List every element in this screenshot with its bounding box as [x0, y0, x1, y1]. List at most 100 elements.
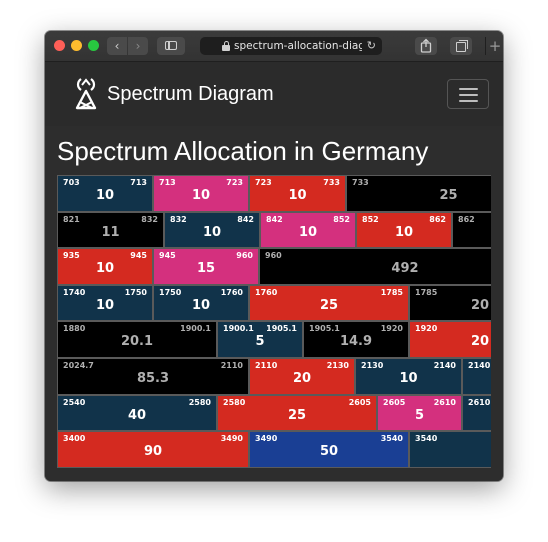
- band-width: 25: [319, 297, 339, 313]
- band-width: 5: [414, 407, 425, 423]
- band-width: 15: [196, 261, 216, 277]
- spectrum-band[interactable]: 821 832 11: [57, 211, 164, 249]
- band-lower-freq: 2024.7: [63, 361, 94, 370]
- back-button[interactable]: ‹: [107, 37, 127, 55]
- band-width: 20: [292, 371, 312, 386]
- band-upper-freq: 713: [130, 178, 147, 187]
- band-width: 50: [319, 444, 339, 460]
- tab-overview-button[interactable]: [450, 37, 472, 55]
- band-lower-freq: 733: [352, 178, 369, 187]
- band-lower-freq: 3490: [255, 434, 278, 444]
- band-upper-freq: 945: [130, 251, 147, 261]
- band-upper-freq: 3540: [380, 434, 403, 444]
- share-icon: [420, 38, 432, 53]
- chevron-left-icon: ‹: [114, 39, 120, 53]
- band-width: 20: [470, 334, 490, 350]
- spectrum-band[interactable]: 2110 2130 20: [249, 358, 355, 395]
- brand-title[interactable]: Spectrum Diagram: [107, 83, 274, 105]
- spectrum-band[interactable]: 862: [452, 211, 491, 249]
- spectrum-band[interactable]: 842 852 10: [260, 211, 356, 249]
- band-width: 10: [298, 224, 318, 240]
- band-lower-freq: 1760: [255, 287, 278, 297]
- band-width: 10: [95, 261, 115, 277]
- band-width: 10: [399, 371, 418, 386]
- spectrum-band[interactable]: 1900.1 1905.1 5: [217, 321, 303, 358]
- band-lower-freq: 945: [159, 251, 176, 261]
- band-width: 20.1: [120, 334, 154, 350]
- band-width: 10: [288, 188, 307, 203]
- spectrum-band[interactable]: 1740 1750 10: [57, 284, 153, 322]
- spectrum-band[interactable]: 2024.7 2110 85.3: [57, 358, 249, 395]
- spectrum-band[interactable]: 832 842 10: [164, 211, 260, 249]
- spectrum-band[interactable]: 723 733 10: [249, 175, 346, 212]
- reload-icon[interactable]: ↻: [367, 37, 376, 55]
- band-lower-freq: 852: [362, 214, 379, 224]
- page-title: Spectrum Allocation in Germany: [57, 136, 429, 166]
- band-upper-freq: 960: [236, 251, 253, 261]
- band-lower-freq: 2130: [361, 361, 384, 370]
- band-upper-freq: 2580: [188, 397, 211, 407]
- band-width: 10: [394, 224, 414, 240]
- zoom-window-button[interactable]: [88, 40, 99, 51]
- spectrum-band[interactable]: 2540 2580 40: [57, 394, 217, 432]
- minimize-window-button[interactable]: [71, 40, 82, 51]
- spectrum-band[interactable]: 73375825: [346, 175, 491, 212]
- spectrum-band[interactable]: 1920120: [409, 321, 491, 358]
- band-width: 10: [95, 188, 115, 203]
- spectrum-band[interactable]: 2130 2140 10: [355, 358, 462, 395]
- spectrum-band[interactable]: 3490 3540 50: [249, 431, 409, 468]
- spectrum-band[interactable]: 703 713 10: [57, 175, 153, 212]
- band-lower-freq: 1785: [415, 287, 438, 297]
- band-upper-freq: 3490: [220, 434, 243, 444]
- spectrum-band[interactable]: 2610: [462, 394, 491, 432]
- band-lower-freq: 703: [63, 178, 80, 187]
- spectrum-band[interactable]: 852 862 10: [356, 211, 452, 249]
- spectrum-band[interactable]: 713 723 10: [153, 175, 249, 212]
- share-button[interactable]: [415, 37, 437, 55]
- browser-toolbar: ‹ › spectrum-allocation-diagr ↻ +: [45, 31, 503, 62]
- sidebar-toggle-button[interactable]: [157, 37, 185, 55]
- forward-button[interactable]: ›: [128, 37, 148, 55]
- band-lower-freq: 1920: [415, 324, 438, 334]
- browser-window: ‹ › spectrum-allocation-diagr ↻ + Spectr…: [45, 31, 503, 481]
- spectrum-band[interactable]: 935 945 10: [57, 248, 153, 285]
- band-upper-freq: 832: [141, 214, 158, 224]
- band-lower-freq: 2580: [223, 397, 246, 407]
- spectrum-band[interactable]: 945 960 15: [153, 248, 259, 285]
- band-width: 5: [255, 334, 265, 350]
- band-width: 10: [202, 224, 222, 240]
- spectrum-band[interactable]: 2140: [462, 358, 491, 395]
- spectrum-band[interactable]: 9601452492: [259, 248, 491, 285]
- spectrum-band[interactable]: 1760 1785 25: [249, 284, 409, 322]
- address-bar[interactable]: spectrum-allocation-diagr ↻: [200, 37, 382, 55]
- spectrum-band[interactable]: 1905.1 1920 14.9: [303, 321, 409, 358]
- band-lower-freq: 2610: [468, 397, 491, 407]
- menu-button[interactable]: [447, 79, 489, 109]
- band-lower-freq: 1900.1: [223, 324, 254, 334]
- band-lower-freq: 2110: [255, 361, 278, 370]
- antenna-logo-icon[interactable]: [71, 76, 101, 112]
- band-lower-freq: 1880: [63, 324, 86, 334]
- spectrum-band[interactable]: 1750 1760 10: [153, 284, 249, 322]
- address-bar-url: spectrum-allocation-diagr: [234, 40, 362, 52]
- close-window-button[interactable]: [54, 40, 65, 51]
- chevron-right-icon: ›: [135, 39, 141, 53]
- band-upper-freq: 2110: [220, 361, 243, 370]
- band-upper-freq: 723: [226, 178, 243, 187]
- spectrum-band[interactable]: 1785 20: [409, 284, 491, 322]
- band-width: 25: [439, 188, 458, 203]
- band-lower-freq: 832: [170, 214, 187, 224]
- band-lower-freq: 713: [159, 178, 176, 187]
- spectrum-band[interactable]: 3400 3490 90: [57, 431, 249, 468]
- band-upper-freq: 842: [237, 214, 254, 224]
- sidebar-icon: [165, 41, 177, 50]
- spectrum-band[interactable]: 2580 2605 25: [217, 394, 377, 432]
- spectrum-band[interactable]: 1880 1900.1 20.1: [57, 321, 217, 358]
- spectrum-band[interactable]: 2605 2610 5: [377, 394, 462, 432]
- spectrum-band[interactable]: 3540: [409, 431, 491, 468]
- band-upper-freq: 862: [429, 214, 446, 224]
- main-content: Spectrum Allocation in Germany 703 713 10 7…: [45, 126, 503, 481]
- band-upper-freq: 1905.1: [266, 324, 297, 334]
- band-width: 10: [95, 297, 115, 313]
- new-tab-button[interactable]: +: [485, 37, 503, 55]
